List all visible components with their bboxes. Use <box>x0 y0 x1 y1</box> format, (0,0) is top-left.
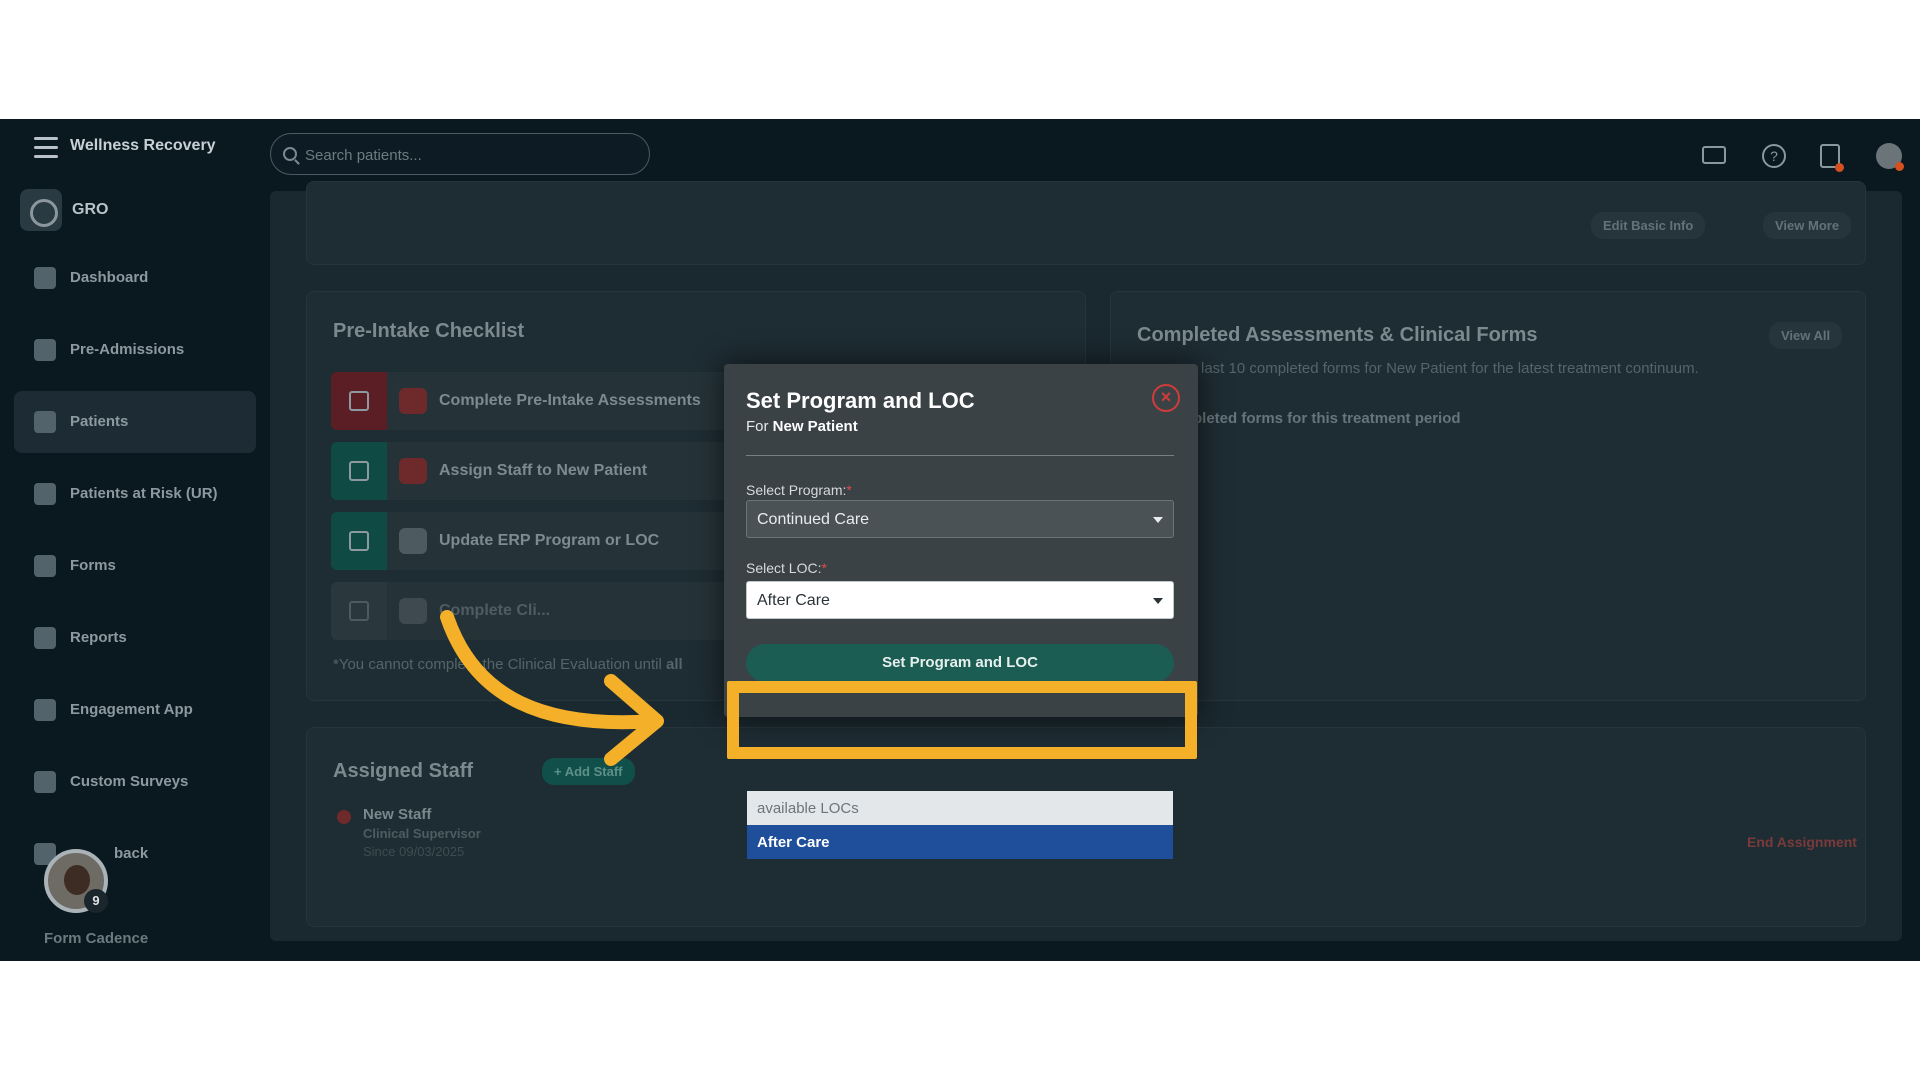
modal-divider <box>746 455 1174 456</box>
checkbox-square <box>349 601 369 621</box>
checklist-item-label: Update ERP Program or LOC <box>439 532 660 549</box>
loc-label-text: Select LOC: <box>746 560 822 576</box>
sidebar-item-patients[interactable]: Patients <box>14 391 256 453</box>
sidebar-item-label: Dashboard <box>70 269 149 286</box>
edit-basic-info-button[interactable]: Edit Basic Info <box>1591 212 1706 239</box>
modal-for-prefix: For <box>746 418 769 435</box>
users-icon <box>34 411 56 433</box>
set-program-loc-modal: Set Program and LOC For New Patient × Se… <box>724 364 1198 717</box>
checkbox[interactable] <box>331 582 387 640</box>
sidebar-item-label: Patients <box>70 413 129 430</box>
hospital-icon <box>399 528 427 554</box>
sidebar-item-patients-at-risk[interactable]: Patients at Risk (UR) <box>14 463 256 525</box>
sprout-icon <box>34 699 56 721</box>
highlight-box <box>727 681 1197 759</box>
modal-subtitle: For New Patient <box>746 418 858 435</box>
search-input[interactable] <box>305 144 635 166</box>
checklist-item-label: Complete Pre-Intake Assessments <box>439 392 701 409</box>
staff-role: Clinical Supervisor <box>363 826 481 841</box>
program-label: Select Program:* <box>746 482 852 498</box>
view-more-button[interactable]: View More <box>1763 212 1852 239</box>
program-select-value: Continued Care <box>757 511 870 528</box>
heart-icon <box>399 458 427 484</box>
clipboard-icon[interactable] <box>1820 144 1844 172</box>
pie-chart-icon <box>34 627 56 649</box>
sidebar-item-label: Engagement App <box>70 701 193 718</box>
sidebar-item-reports[interactable]: Reports <box>14 607 256 669</box>
chevron-down-icon <box>1153 598 1163 604</box>
building-icon <box>34 339 56 361</box>
avatar-face <box>64 865 90 895</box>
end-assignment-button[interactable]: End Assignment <box>1747 834 1857 850</box>
checklist-item-label: Assign Staff to New Patient <box>439 462 648 479</box>
program-select[interactable]: Continued Care <box>746 500 1174 538</box>
menu-icon[interactable] <box>34 137 58 159</box>
loc-select-value: After Care <box>757 592 830 609</box>
clipboard-doc-icon <box>399 598 427 624</box>
checkbox-square <box>349 531 369 551</box>
loc-label: Select LOC:* <box>746 560 827 576</box>
completed-title: Completed Assessments & Clinical Forms <box>1137 324 1538 346</box>
sidebar-item-label: Custom Surveys <box>70 773 189 790</box>
org-logo-icon <box>20 189 62 231</box>
sidebar-item-label: Patients at Risk (UR) <box>70 485 218 502</box>
chevron-down-icon <box>1153 517 1163 523</box>
mail-icon[interactable] <box>1702 146 1726 164</box>
notification-dot <box>1895 162 1904 171</box>
checkbox-checked[interactable] <box>331 442 387 500</box>
checklist-item[interactable]: Complete Pre-Intake Assessments <box>331 372 731 430</box>
avatar-badge: 9 <box>84 889 108 913</box>
completed-forms-card: Completed Assessments & Clinical Forms V… <box>1110 291 1866 701</box>
checklist-item[interactable]: Assign Staff to New Patient <box>331 442 731 500</box>
completed-empty-text: pleted forms for this treatment period <box>1193 410 1461 427</box>
program-label-text: Select Program: <box>746 482 847 498</box>
app-window: Wellness Recovery ? GRO Dashboard Pre-Ad… <box>0 119 1920 961</box>
staff-since: Since 09/03/2025 <box>363 844 465 859</box>
sidebar-item-label: Forms <box>70 557 116 574</box>
checklist-item[interactable]: Update ERP Program or LOC <box>331 512 731 570</box>
pointer-arrow-icon <box>440 610 664 766</box>
sidebar: GRO Dashboard Pre-Admissions Patients Pa… <box>0 175 266 961</box>
heart-icon <box>337 810 351 824</box>
staff-name: New Staff <box>363 806 432 823</box>
org-name: GRO <box>72 201 109 218</box>
user-avatar-icon[interactable] <box>1876 143 1904 171</box>
sidebar-item-label: Reports <box>70 629 127 646</box>
dropdown-option-after-care[interactable]: After Care <box>747 825 1173 859</box>
checklist-title: Pre-Intake Checklist <box>333 320 525 342</box>
sidebar-item-pre-admissions[interactable]: Pre-Admissions <box>14 319 256 381</box>
loc-dropdown-list: available LOCs After Care <box>747 791 1173 861</box>
checkbox[interactable] <box>331 372 387 430</box>
sidebar-item-custom-surveys[interactable]: Custom Surveys <box>14 751 256 813</box>
modal-title: Set Program and LOC <box>746 388 975 413</box>
sidebar-item-forms[interactable]: Forms <box>14 535 256 597</box>
flag-icon <box>34 483 56 505</box>
loc-select[interactable]: After Care <box>746 581 1174 619</box>
search-icon <box>283 147 297 161</box>
search-bar[interactable] <box>270 133 650 175</box>
dropdown-option-header: available LOCs <box>747 791 1173 825</box>
checkbox-checked[interactable] <box>331 512 387 570</box>
survey-icon <box>34 771 56 793</box>
checkbox-square <box>349 391 369 411</box>
view-all-button[interactable]: View All <box>1769 322 1843 349</box>
checkbox-square <box>349 461 369 481</box>
avatar[interactable]: 9 <box>44 849 108 913</box>
brand-name: Wellness Recovery <box>70 137 216 154</box>
form-cadence-label: Form Cadence <box>44 930 149 947</box>
dashboard-icon <box>34 267 56 289</box>
modal-patient-name: New Patient <box>772 418 858 435</box>
sidebar-item-label: Pre-Admissions <box>70 341 185 358</box>
edit-icon <box>34 555 56 577</box>
sidebar-item-dashboard[interactable]: Dashboard <box>14 247 256 309</box>
notification-dot <box>1835 163 1844 172</box>
sidebar-item-label: back <box>114 845 149 862</box>
sidebar-item-engagement-app[interactable]: Engagement App <box>14 679 256 741</box>
patient-header-card: Edit Basic Info View More <box>306 181 1866 265</box>
set-program-loc-button[interactable]: Set Program and LOC <box>746 644 1174 682</box>
brain-icon <box>399 388 427 414</box>
close-icon[interactable]: × <box>1152 384 1180 412</box>
completed-subtitle: last 10 completed forms for New Patient … <box>1201 360 1699 377</box>
help-icon[interactable]: ? <box>1762 144 1786 168</box>
